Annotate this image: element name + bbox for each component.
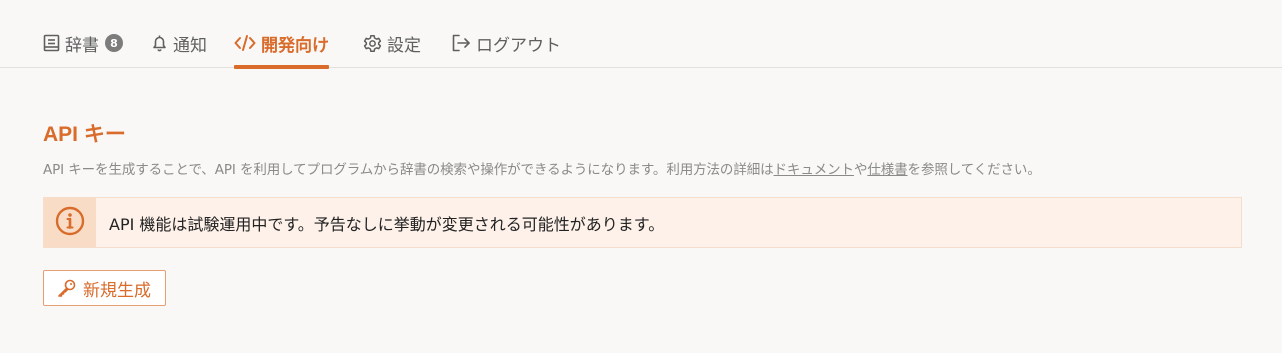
experimental-warning-alert: API 機能は試験運用中です。予告なしに挙動が変更される可能性があります。 bbox=[43, 197, 1242, 248]
spec-link[interactable]: 仕様書 bbox=[867, 162, 907, 178]
tab-logout[interactable]: ログアウト bbox=[452, 28, 561, 68]
api-key-section-title: API キー bbox=[43, 123, 126, 146]
generate-button-label: 新規生成 bbox=[83, 280, 151, 301]
tab-dictionary-label: 辞書 bbox=[65, 35, 99, 56]
bell-icon bbox=[151, 34, 168, 52]
alert-message: API 機能は試験運用中です。予告なしに挙動が変更される可能性があります。 bbox=[109, 214, 665, 234]
logout-icon bbox=[452, 34, 471, 52]
info-circle-icon bbox=[55, 206, 85, 240]
tab-developer[interactable]: 開発向け bbox=[234, 28, 329, 69]
tab-notifications[interactable]: 通知 bbox=[151, 28, 207, 68]
alert-icon-cell bbox=[44, 198, 96, 247]
gear-icon bbox=[363, 34, 382, 53]
tab-notifications-label: 通知 bbox=[173, 35, 207, 56]
description-suffix: を参照してください。 bbox=[907, 162, 1041, 178]
tab-settings-label: 設定 bbox=[387, 35, 421, 56]
description-connector: や bbox=[853, 162, 868, 178]
docs-link[interactable]: ドキュメント bbox=[774, 162, 855, 178]
tab-logout-label: ログアウト bbox=[476, 35, 561, 56]
tab-developer-label: 開発向け bbox=[261, 35, 329, 56]
dictionary-count-badge: 8 bbox=[105, 34, 123, 52]
tab-dictionary[interactable]: 辞書 8 bbox=[43, 28, 123, 68]
code-icon bbox=[234, 34, 256, 52]
tab-settings[interactable]: 設定 bbox=[363, 28, 421, 68]
top-navigation: 辞書 8 通知 開発向け 設定 ログアウト bbox=[0, 0, 1282, 69]
key-icon bbox=[57, 278, 77, 298]
description-text: API キーを生成することで、API を利用してプログラムから辞書の検索や操作が… bbox=[43, 162, 774, 178]
book-icon bbox=[43, 34, 60, 52]
api-key-description: API キーを生成することで、API を利用してプログラムから辞書の検索や操作が… bbox=[43, 158, 1041, 178]
generate-api-key-button[interactable]: 新規生成 bbox=[43, 270, 166, 306]
